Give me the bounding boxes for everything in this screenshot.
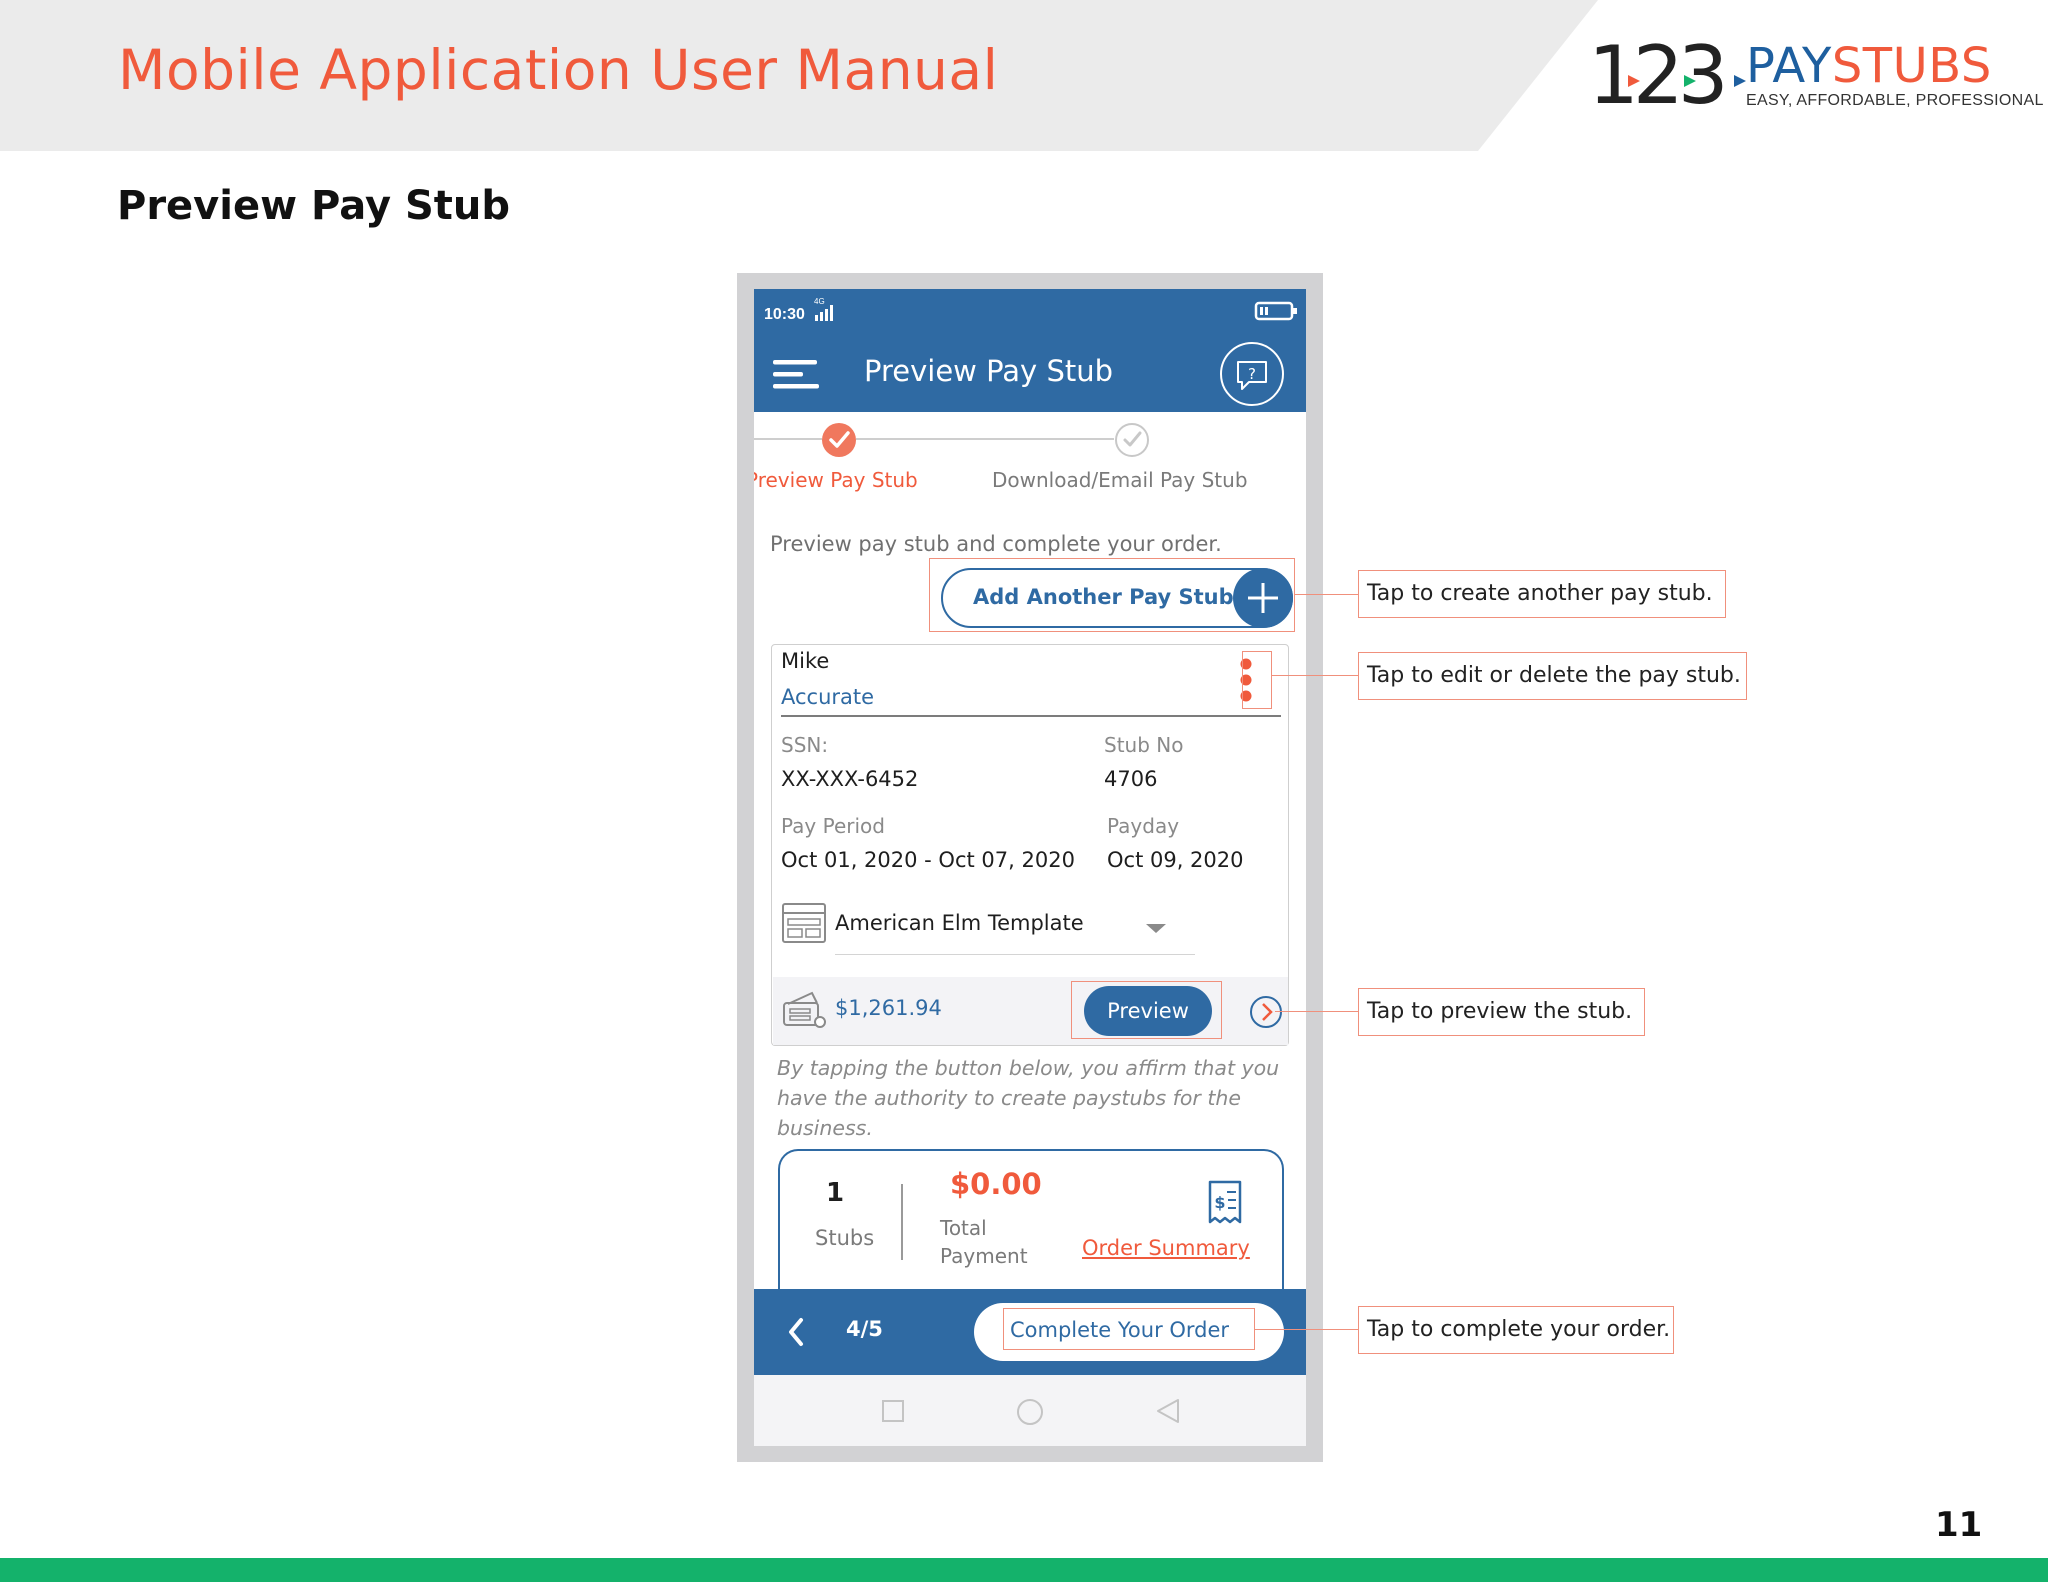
ssn-value: XX-XXX-6452 <box>781 767 919 791</box>
footer-bar <box>0 1558 2048 1582</box>
page-number: 11 <box>1935 1505 1983 1545</box>
back-chevron-icon[interactable] <box>786 1317 806 1347</box>
payment-money-icon <box>783 991 826 1028</box>
app-title: Preview Pay Stub <box>864 354 1114 388</box>
template-underline <box>835 954 1195 955</box>
payday-label: Payday <box>1107 814 1180 838</box>
receipt-icon: $ <box>1208 1180 1242 1224</box>
manual-title: Mobile Application User Manual <box>118 38 999 102</box>
step-complete-check-icon <box>822 423 856 457</box>
app-bar: Preview Pay Stub ? <box>754 332 1306 412</box>
chevron-right-circle-icon[interactable] <box>1248 994 1284 1030</box>
svg-text:?: ? <box>1248 365 1256 383</box>
menu-icon[interactable] <box>773 358 821 392</box>
template-select[interactable]: American Elm Template <box>835 911 1084 935</box>
callout-preview: Tap to preview the stub. <box>1358 988 1645 1036</box>
logo-word-stubs: STUBS <box>1831 38 1992 94</box>
status-bar: 10:30 4G <box>754 289 1306 332</box>
pay-period-label: Pay Period <box>781 814 885 838</box>
employee-last-name: Accurate <box>781 685 875 709</box>
leader-add <box>1295 594 1358 595</box>
section-title: Preview Pay Stub <box>117 183 511 229</box>
logo-wordmark: PAYSTUBS <box>1746 40 1992 92</box>
home-circle-icon[interactable] <box>1015 1397 1045 1427</box>
help-chat-icon[interactable]: ? <box>1218 340 1286 408</box>
stub-amount: $1,261.94 <box>835 996 942 1020</box>
disclaimer-text: By tapping the button below, you affirm … <box>777 1056 1280 1140</box>
logo-arrow-icon <box>1628 75 1746 87</box>
leader-preview <box>1275 1011 1358 1012</box>
svg-text:$: $ <box>1214 1193 1225 1212</box>
callout-complete: Tap to complete your order. <box>1358 1306 1674 1354</box>
step-download-label[interactable]: Download/Email Pay Stub <box>992 468 1248 492</box>
leader-edit <box>1272 675 1358 676</box>
highlight-more-options <box>1242 651 1272 709</box>
stub-no-value: 4706 <box>1104 767 1158 791</box>
stub-no-label: Stub No <box>1104 733 1184 757</box>
summary-divider <box>901 1184 903 1260</box>
step-pending-check-icon <box>1115 423 1149 457</box>
employee-first-name: Mike <box>781 649 830 673</box>
pager-indicator: 4/5 <box>846 1317 883 1341</box>
leader-complete <box>1255 1329 1358 1330</box>
signal-icon <box>815 305 833 321</box>
order-summary-panel: 1 Stubs $0.00 Total Payment $ Order Summ… <box>778 1149 1284 1299</box>
payment-label: Payment <box>940 1244 1028 1268</box>
status-time: 10:30 <box>764 306 805 323</box>
back-triangle-icon[interactable] <box>1154 1397 1182 1425</box>
stub-count-label: Stubs <box>815 1226 875 1250</box>
step-preview-label[interactable]: Preview Pay Stub <box>754 468 918 492</box>
battery-icon <box>1254 301 1297 321</box>
highlight-preview-button <box>1071 981 1222 1039</box>
callout-add: Tap to create another pay stub. <box>1358 570 1726 618</box>
callout-edit: Tap to edit or delete the pay stub. <box>1358 652 1747 700</box>
stub-count: 1 <box>826 1178 845 1208</box>
order-summary-link[interactable]: Order Summary <box>1082 1236 1250 1260</box>
logo-word-pay: PAY <box>1746 38 1832 94</box>
intro-text: Preview pay stub and complete your order… <box>770 532 1222 556</box>
highlight-add-button <box>929 558 1295 632</box>
phone-screen: 10:30 4G Preview Pay Stub ? Preview Pay … <box>754 289 1306 1446</box>
template-icon <box>782 903 826 943</box>
recents-square-icon[interactable] <box>881 1399 905 1423</box>
logo: 123 PAYSTUBS EASY, AFFORDABLE, PROFESSIO… <box>1588 36 2043 116</box>
highlight-complete-button <box>1003 1308 1255 1350</box>
chevron-down-icon[interactable] <box>1145 923 1167 935</box>
payday-value: Oct 09, 2020 <box>1107 848 1244 872</box>
card-divider <box>781 715 1281 717</box>
pay-period-value: Oct 01, 2020 - Oct 07, 2020 <box>781 848 1075 872</box>
system-nav-bar <box>754 1375 1306 1446</box>
ssn-label: SSN: <box>781 733 829 757</box>
logo-tagline: EASY, AFFORDABLE, PROFESSIONAL <box>1746 92 2044 109</box>
total-label: Total <box>940 1216 987 1240</box>
total-payment-value: $0.00 <box>950 1167 1042 1201</box>
